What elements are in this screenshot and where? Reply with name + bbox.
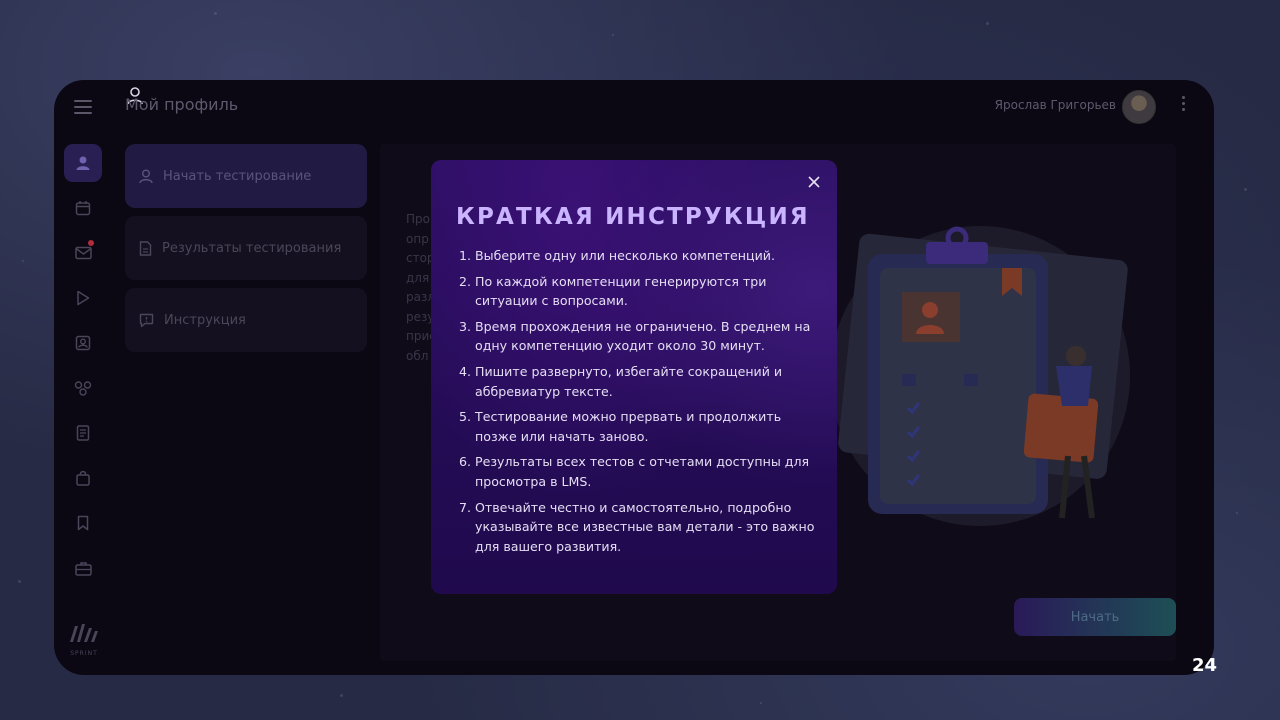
step-text: По каждой компетенции генерируются три с… bbox=[475, 273, 767, 309]
rail-item-work[interactable] bbox=[64, 549, 102, 587]
instruction-step: 5. Тестирование можно прервать и продолжи… bbox=[459, 407, 825, 446]
document-icon bbox=[76, 425, 90, 441]
submenu-item-label: Инструкция bbox=[164, 312, 246, 328]
sprint-logo-icon bbox=[70, 624, 98, 642]
submenu-item-instruction[interactable]: Инструкция bbox=[125, 288, 367, 352]
instruction-step: 6. Результаты всех тестов с отчетами дост… bbox=[459, 452, 825, 491]
page-title: Мой профиль bbox=[125, 95, 239, 114]
step-number: 1. bbox=[459, 248, 472, 263]
submenu-item-label: Результаты тестирования bbox=[162, 240, 342, 256]
rail-item-bookmarks[interactable] bbox=[64, 504, 102, 542]
rail-item-contacts[interactable] bbox=[64, 324, 102, 362]
rail-item-documents[interactable] bbox=[64, 414, 102, 452]
rail-item-profile[interactable] bbox=[64, 144, 102, 182]
submenu-item-start-testing[interactable]: Начать тестирование bbox=[125, 144, 367, 208]
document-icon bbox=[139, 240, 152, 256]
clipboard-illustration bbox=[830, 226, 1130, 526]
step-text: Пишите развернуто, избегайте сокращений … bbox=[475, 363, 783, 399]
more-options-icon[interactable] bbox=[1182, 96, 1186, 114]
slide-page-number: 24 bbox=[1192, 655, 1218, 676]
network-icon bbox=[74, 381, 92, 396]
instruction-step: 1. Выберите одну или несколько компетенци… bbox=[459, 246, 825, 266]
step-text: Результаты всех тестов с отчетами доступ… bbox=[475, 454, 810, 489]
avatar[interactable] bbox=[1122, 90, 1156, 124]
instruction-step: 3. Время прохождения не ограничено. В сре… bbox=[459, 317, 825, 356]
step-number: 7. bbox=[459, 499, 472, 515]
modal-title: КРАТКАЯ ИНСТРУКЦИЯ bbox=[456, 204, 810, 230]
rail-item-shop[interactable] bbox=[64, 459, 102, 497]
rail-item-calendar[interactable] bbox=[64, 189, 102, 227]
instruction-modal: КРАТКАЯ ИНСТРУКЦИЯ 1. Выберите одну или н… bbox=[431, 160, 837, 594]
calendar-icon bbox=[75, 201, 91, 216]
start-button[interactable]: Начать bbox=[1014, 598, 1176, 636]
instruction-step: 7. Отвечайте честно и самостоятельно, под… bbox=[459, 498, 825, 557]
shopping-bag-icon bbox=[76, 470, 90, 486]
briefcase-icon bbox=[74, 561, 92, 576]
step-number: 6. bbox=[459, 454, 472, 470]
app-header: Мой профиль Ярослав Григорьев bbox=[54, 80, 1214, 136]
user-icon bbox=[76, 156, 90, 170]
step-number: 4. bbox=[459, 363, 472, 379]
step-text: Отвечайте честно и самостоятельно, подро… bbox=[475, 499, 815, 554]
logo-text: SPRINT bbox=[70, 650, 98, 657]
mail-icon bbox=[74, 246, 92, 260]
brand-logo: SPRINT bbox=[66, 622, 102, 657]
notification-dot bbox=[88, 240, 94, 246]
user-name[interactable]: Ярослав Григорьев bbox=[995, 98, 1116, 112]
instruction-step: 2. По каждой компетенции генерируются три… bbox=[459, 272, 825, 311]
step-text: Время прохождения не ограничено. В средн… bbox=[475, 318, 811, 354]
hamburger-menu-icon[interactable] bbox=[74, 100, 92, 114]
step-number: 2. bbox=[459, 273, 472, 289]
instruction-steps: 1. Выберите одну или несколько компетенци… bbox=[459, 246, 825, 562]
step-number: 3. bbox=[459, 318, 472, 334]
submenu: Начать тестирование Результаты тестирова… bbox=[125, 144, 367, 360]
rail-item-network[interactable] bbox=[64, 369, 102, 407]
step-number: 5. bbox=[459, 409, 472, 425]
rail-item-play[interactable] bbox=[64, 279, 102, 317]
user-icon bbox=[139, 169, 153, 183]
step-text: Тестирование можно прервать и продолжить… bbox=[475, 409, 782, 444]
rail-item-mail[interactable] bbox=[64, 234, 102, 272]
play-icon bbox=[77, 290, 90, 306]
step-text: Выберите одну или несколько компетенций. bbox=[475, 248, 775, 263]
chat-icon bbox=[139, 313, 154, 327]
bookmark-icon bbox=[77, 515, 89, 531]
submenu-item-label: Начать тестирование bbox=[163, 168, 312, 184]
close-icon[interactable] bbox=[807, 175, 821, 189]
instruction-step: 4. Пишите развернуто, избегайте сокращени… bbox=[459, 362, 825, 401]
submenu-item-results[interactable]: Результаты тестирования bbox=[125, 216, 367, 280]
sidebar-rail: SPRINT bbox=[54, 136, 112, 675]
contact-card-icon bbox=[75, 335, 91, 351]
